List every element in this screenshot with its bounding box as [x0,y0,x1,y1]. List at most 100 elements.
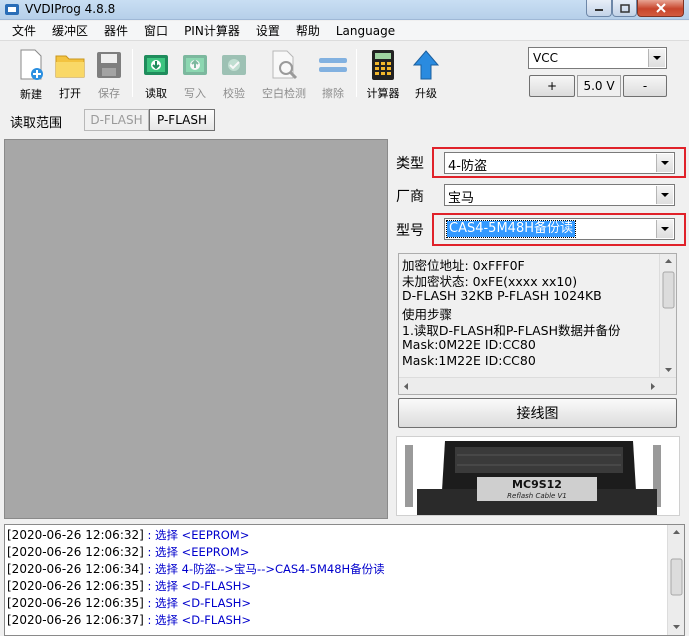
log-entry: [2020-06-26 12:06:37] : 选择 <D-FLASH> [7,612,251,628]
menu-buffer[interactable]: 缓冲区 [44,22,96,40]
minimize-button[interactable] [586,0,612,17]
log-timestamp: [2020-06-26 12:06:34] [7,562,144,576]
make-label: 厂商 [396,189,424,205]
buffer-view[interactable] [4,139,388,519]
vertical-scrollbar[interactable] [667,525,684,635]
maximize-button[interactable] [612,0,637,17]
toolbar-separator [356,49,357,97]
maximize-icon [619,3,630,13]
verify-chip-icon [222,54,246,75]
vcc-decrease-button[interactable]: - [623,75,667,97]
range-pflash-button[interactable]: P-FLASH [149,109,215,131]
log-message: : 选择 <EEPROM> [143,528,250,542]
calculator-button-label: 计算器 [366,87,400,100]
open-button[interactable]: 打开 [51,43,89,101]
toolbar: 新建 打开 保存 读取 写入 校验 空白检测 擦除 计算器 升级 [0,43,525,105]
new-button-label: 新建 [20,88,42,101]
close-button[interactable] [637,0,684,17]
upgrade-arrow-icon [412,49,440,79]
write-button-label: 写入 [184,87,206,100]
upgrade-button-label: 升级 [415,87,437,100]
make-select-value: 宝马 [448,191,475,206]
cable-image: MC9S12 Reflash Cable V1 [396,436,680,516]
upgrade-button[interactable]: 升级 [407,43,445,101]
scrollbar-arrows [670,530,683,629]
log-timestamp: [2020-06-26 12:06:32] [7,545,144,559]
chip-config-panel: 类型 4-防盗 厂商 宝马 型号 CAS4-5M48H备份读 加密位地址: 0x… [390,139,689,519]
log-timestamp: [2020-06-26 12:06:35] [7,579,144,593]
title-bar: VVDIProg 4.8.8 [0,0,689,20]
log-entry: [2020-06-26 12:06:35] : 选择 <D-FLASH> [7,578,251,594]
write-chip-icon [183,54,207,75]
verify-button[interactable]: 校验 [215,43,253,101]
blank-check-icon [272,50,298,79]
blank-check-button[interactable]: 空白检测 [259,43,309,101]
app-logo-icon [5,4,19,15]
read-button-label: 读取 [145,87,167,100]
menu-settings[interactable]: 设置 [248,22,288,40]
log-message: : 选择 <D-FLASH> [143,579,252,593]
highlight-box [432,147,686,178]
info-line: D-FLASH 32KB P-FLASH 1024KB [402,288,602,303]
menu-device[interactable]: 器件 [96,22,136,40]
info-line: Mask:1M22E ID:CC80 [402,353,536,368]
vertical-scrollbar[interactable] [659,254,676,378]
chevron-down-icon[interactable] [648,49,665,67]
cable-connector-picture: MC9S12 Reflash Cable V1 [397,437,679,515]
log-entry: [2020-06-26 12:06:32] : 选择 <EEPROM> [7,527,249,543]
minimize-icon [595,9,603,11]
read-chip-icon [144,54,168,75]
window-title: VVDIProg 4.8.8 [25,2,116,16]
log-entry: [2020-06-26 12:06:32] : 选择 <EEPROM> [7,544,249,560]
scrollbar-arrows [404,383,655,390]
chevron-down-icon[interactable] [656,186,673,204]
toolbar-separator [132,49,133,97]
write-button[interactable]: 写入 [176,43,214,101]
log-entry: [2020-06-26 12:06:34] : 选择 4-防盗-->宝马-->C… [7,561,385,577]
vcc-increase-button[interactable]: + [529,75,575,97]
menu-help[interactable]: 帮助 [288,22,328,40]
wiring-diagram-button[interactable]: 接线图 [398,398,677,428]
erase-button-label: 擦除 [322,87,344,100]
cable-label-main: MC9S12 [512,478,562,491]
scrollbar-arrows [662,259,675,372]
make-select[interactable]: 宝马 [444,184,675,206]
blank-check-button-label: 空白检测 [262,87,306,100]
log-message: : 选择 <EEPROM> [143,545,250,559]
menu-file[interactable]: 文件 [4,22,44,40]
save-button-label: 保存 [98,87,120,100]
open-button-label: 打开 [59,87,81,100]
read-range-label: 读取范围 [10,116,63,131]
menu-pin-calculator[interactable]: PIN计算器 [176,22,248,40]
menu-window[interactable]: 窗口 [136,22,176,40]
verify-button-label: 校验 [223,87,245,100]
save-disk-icon [97,51,121,78]
horizontal-scrollbar[interactable] [399,377,676,394]
chip-info-box[interactable]: 加密位地址: 0xFFF0F 未加密状态: 0xFE(xxxx xx10) D-… [398,253,677,395]
new-file-icon [20,49,43,80]
cable-label-sub: Reflash Cable V1 [507,492,567,500]
new-button[interactable]: 新建 [12,43,50,101]
log-message: : 选择 <D-FLASH> [143,596,252,610]
range-dflash-button[interactable]: D-FLASH [84,109,149,131]
log-panel[interactable]: [2020-06-26 12:06:32] : 选择 <EEPROM> [202… [4,524,685,636]
vcc-select-value: VCC [533,51,558,65]
menu-bar: 文件 缓冲区 器件 窗口 PIN计算器 设置 帮助 Language [0,21,689,41]
open-folder-icon [55,55,85,77]
model-label: 型号 [396,223,424,239]
log-timestamp: [2020-06-26 12:06:32] [7,528,144,542]
calculator-button[interactable]: 计算器 [363,43,403,101]
close-icon [655,3,666,13]
calculator-icon [372,49,394,80]
read-button[interactable]: 读取 [137,43,175,101]
erase-button[interactable]: 擦除 [314,43,352,101]
vcc-select[interactable]: VCC [528,47,667,69]
erase-icon [319,57,347,72]
log-timestamp: [2020-06-26 12:06:37] [7,613,144,627]
log-timestamp: [2020-06-26 12:06:35] [7,596,144,610]
menu-language[interactable]: Language [328,22,403,40]
log-message: : 选择 4-防盗-->宝马-->CAS4-5M48H备份读 [143,562,385,576]
highlight-box [432,213,686,246]
save-button[interactable]: 保存 [90,43,128,101]
app-window: VVDIProg 4.8.8 文件 缓冲区 器件 窗口 PIN计算器 设置 帮助… [0,0,689,636]
